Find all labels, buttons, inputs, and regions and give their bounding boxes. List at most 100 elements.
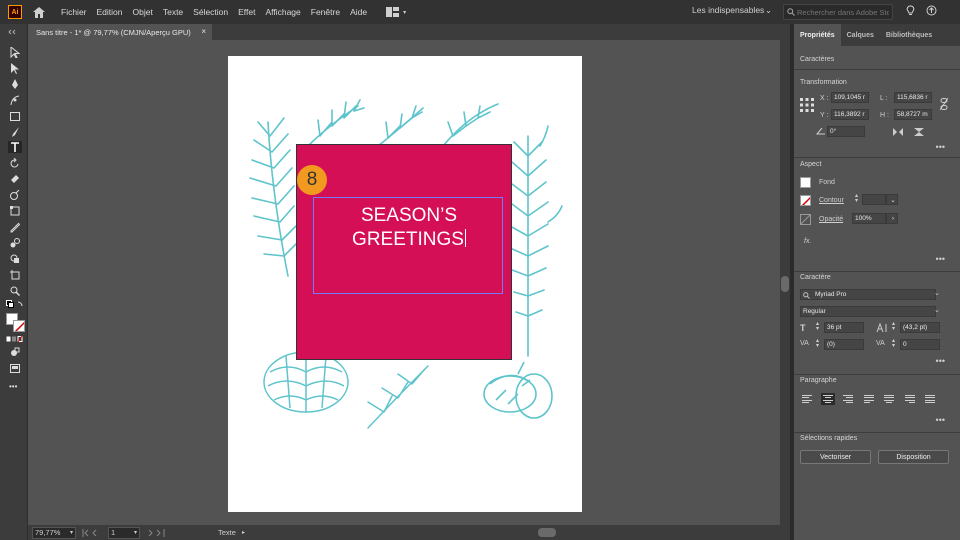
stroke-label[interactable]: Contour <box>819 197 844 204</box>
home-icon[interactable] <box>32 5 46 19</box>
zoom-field[interactable]: 79,77% ▾ <box>32 526 76 539</box>
font-family-field[interactable]: Myriad Pro <box>800 289 936 300</box>
blend-tool-icon[interactable] <box>8 237 22 249</box>
tab-properties[interactable]: Propriétés <box>794 24 841 46</box>
more-options-icon[interactable]: ••• <box>936 142 945 152</box>
justify-left-icon[interactable] <box>862 393 876 405</box>
font-style-field[interactable]: Regular <box>800 306 936 317</box>
menu-aide[interactable]: Aide <box>345 7 372 17</box>
stroke-weight-field[interactable] <box>862 194 886 205</box>
vectorize-button[interactable]: Vectoriser <box>800 450 871 464</box>
text-frame[interactable]: SEASON’S GREETINGS <box>313 197 503 294</box>
chevron-right-icon[interactable]: › <box>886 213 898 224</box>
arrange-documents-button[interactable]: ▾ <box>386 7 406 17</box>
height-field[interactable]: 58,8727 m <box>894 109 932 120</box>
curvature-tool-icon[interactable] <box>8 94 22 106</box>
chevron-down-icon[interactable]: ⌄ <box>886 194 898 205</box>
stepper-icon[interactable]: ▴ ▾ <box>892 321 895 332</box>
shape-builder-tool-icon[interactable] <box>8 253 22 265</box>
color-mode-icon[interactable] <box>6 336 24 342</box>
canvas[interactable]: SEASON’S GREETINGS <box>28 40 780 525</box>
justify-right-icon[interactable] <box>903 393 917 405</box>
angle-field[interactable]: 0° <box>827 126 865 137</box>
align-left-icon[interactable] <box>800 393 814 405</box>
fill-color-swatch[interactable] <box>800 177 811 188</box>
chevron-down-icon[interactable]: ⌄ <box>934 289 940 297</box>
x-field[interactable]: 109,1045 r <box>831 92 869 103</box>
stepper-icon[interactable]: ▴ ▾ <box>816 321 819 332</box>
opacity-label[interactable]: Opacité <box>819 216 843 223</box>
tracking-field[interactable]: 0 <box>900 339 940 350</box>
menu-selection[interactable]: Sélection <box>188 7 233 17</box>
eyedropper-tool-icon[interactable] <box>8 221 22 233</box>
stroke-swatch[interactable] <box>13 320 25 332</box>
type-tool-icon[interactable] <box>8 141 22 153</box>
stepper-icon[interactable]: ▴ ▾ <box>892 338 895 349</box>
draw-mode-icon[interactable] <box>8 346 22 358</box>
layout-button[interactable]: Disposition <box>878 450 949 464</box>
direct-selection-tool-icon[interactable] <box>8 62 22 74</box>
search-input[interactable] <box>797 7 889 17</box>
free-transform-tool-icon[interactable] <box>8 205 22 217</box>
justify-center-icon[interactable] <box>882 393 896 405</box>
tab-libraries[interactable]: Bibliothèques <box>880 24 938 46</box>
stock-search[interactable] <box>783 4 893 20</box>
justify-all-icon[interactable] <box>923 393 937 405</box>
font-size-field[interactable]: 36 pt <box>824 322 864 333</box>
eraser-tool-icon[interactable] <box>8 173 22 185</box>
zoom-tool-icon[interactable] <box>8 285 22 297</box>
pen-tool-icon[interactable] <box>8 78 22 90</box>
kerning-field[interactable]: (0) <box>824 339 864 350</box>
leading-field[interactable]: (43,2 pt) <box>900 322 940 333</box>
menu-texte[interactable]: Texte <box>158 7 188 17</box>
more-options-icon[interactable]: ••• <box>936 254 945 264</box>
menu-objet[interactable]: Objet <box>128 7 158 17</box>
artboard-number-field[interactable]: 1 ▾ <box>108 526 140 539</box>
greeting-rectangle[interactable]: SEASON’S GREETINGS <box>296 144 512 360</box>
lightbulb-icon[interactable] <box>905 5 916 16</box>
y-field[interactable]: 116,3892 r <box>831 109 869 120</box>
constrain-proportions-icon[interactable] <box>940 98 948 110</box>
align-center-icon[interactable] <box>821 393 835 405</box>
stroke-color-swatch[interactable] <box>800 195 811 206</box>
close-icon[interactable]: × <box>201 27 206 36</box>
next-last-artboard-icon[interactable] <box>146 528 168 537</box>
paintbrush-tool-icon[interactable] <box>8 126 22 138</box>
share-icon[interactable] <box>926 5 937 16</box>
width-field[interactable]: 115,6836 r <box>894 92 932 103</box>
menu-fichier[interactable]: Fichier <box>56 7 92 17</box>
rotate-tool-icon[interactable] <box>8 157 22 169</box>
menu-edition[interactable]: Edition <box>92 7 128 17</box>
chevron-right-icon[interactable]: ▸ <box>242 529 245 536</box>
tab-layers[interactable]: Calques <box>841 24 880 46</box>
workspace-switcher[interactable]: Les indispensables ⌄ <box>692 5 772 16</box>
document-tab[interactable]: Sans titre - 1* @ 79,77% (CMJN/Aperçu GP… <box>28 24 212 40</box>
collapse-icon[interactable] <box>8 29 22 35</box>
vertical-scrollbar[interactable] <box>780 40 790 525</box>
flip-icons[interactable] <box>892 127 928 137</box>
artboard[interactable]: SEASON’S GREETINGS <box>228 56 582 512</box>
screen-mode-icon[interactable] <box>8 362 22 374</box>
greeting-text[interactable]: SEASON’S GREETINGS <box>314 204 504 252</box>
menu-affichage[interactable]: Affichage <box>260 7 305 17</box>
menu-effet[interactable]: Effet <box>233 7 260 17</box>
menu-fenetre[interactable]: Fenêtre <box>306 7 345 17</box>
reference-point-icon[interactable] <box>800 98 814 112</box>
edit-toolbar-icon[interactable]: ••• <box>9 382 17 391</box>
stepper-icon[interactable]: ▴ ▾ <box>816 338 819 349</box>
rectangle-tool-icon[interactable] <box>8 110 22 122</box>
more-options-icon[interactable]: ••• <box>936 415 945 425</box>
default-colors-icon[interactable] <box>6 300 24 310</box>
align-right-icon[interactable] <box>841 393 855 405</box>
first-prev-artboard-icon[interactable] <box>82 528 104 537</box>
selection-tool-icon[interactable] <box>8 46 22 58</box>
stepper-icon[interactable]: ▴ ▾ <box>855 193 858 204</box>
chevron-down-icon[interactable]: ⌄ <box>934 306 940 314</box>
artboard-tool-icon[interactable] <box>8 269 22 281</box>
opacity-field[interactable]: 100% <box>852 213 886 224</box>
fx-icon[interactable]: fx. <box>804 238 811 245</box>
warp-tool-icon[interactable] <box>8 189 22 201</box>
scroll-thumb[interactable] <box>781 276 789 292</box>
more-options-icon[interactable]: ••• <box>936 356 945 366</box>
horizontal-scroll-thumb[interactable] <box>538 528 556 537</box>
